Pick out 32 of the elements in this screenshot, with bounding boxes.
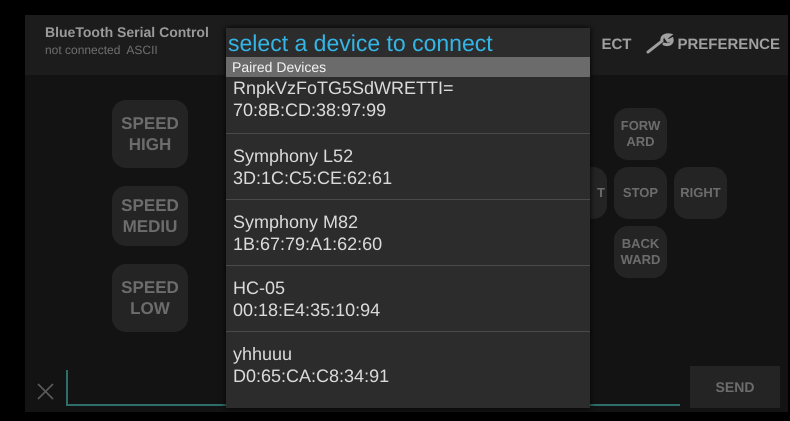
device-address: 3D:1C:C5:CE:62:61: [233, 166, 394, 188]
wrench-icon: [645, 33, 676, 55]
clear-icon[interactable]: [37, 383, 54, 400]
device-name: yhhuuu: [233, 343, 294, 365]
direction-button[interactable]: BACK WARD: [614, 226, 667, 278]
app-title: BlueTooth Serial Control: [45, 24, 209, 40]
device-item[interactable]: yhhuuu D0:65:CA:C8:34:91: [226, 332, 590, 398]
direction-button[interactable]: RIGHT: [674, 167, 727, 219]
speed-button[interactable]: SPEED LOW: [112, 264, 188, 332]
device-address: 1B:67:79:A1:62:60: [233, 232, 384, 254]
preference-button[interactable]: PREFERENCE: [645, 33, 780, 55]
device-item[interactable]: HC-05 00:18:E4:35:10:94: [226, 266, 590, 332]
device-address: 00:18:E4:35:10:94: [233, 298, 382, 320]
dialog-title: select a device to connect: [227, 29, 494, 57]
speed-button[interactable]: SPEED HIGH: [112, 100, 188, 168]
device-item[interactable]: Symphony L52 3D:1C:C5:CE:62:61: [226, 134, 590, 200]
device-item[interactable]: RnpkVzFoTG5SdWRETTI= 70:8B:CD:38:97:99: [226, 77, 590, 134]
send-button[interactable]: SEND: [690, 366, 780, 408]
device-name: Symphony M82: [233, 210, 360, 232]
device-name: RnpkVzFoTG5SdWRETTI=: [233, 77, 455, 99]
connect-button[interactable]: ECT: [601, 36, 632, 52]
direction-button[interactable]: FORW ARD: [614, 108, 667, 160]
direction-button[interactable]: STOP: [614, 167, 667, 219]
device-name: HC-05: [233, 276, 286, 298]
device-name: Symphony L52: [233, 144, 354, 166]
speed-button[interactable]: SPEED MEDIU: [112, 186, 188, 246]
device-item[interactable]: Symphony M82 1B:67:79:A1:62:60: [226, 200, 590, 266]
device-address: D0:65:CA:C8:34:91: [233, 365, 390, 387]
direction-button[interactable]: T: [590, 167, 607, 219]
section-header: Paired Devices: [226, 57, 590, 77]
device-address: 70:8B:CD:38:97:99: [233, 99, 388, 121]
connection-status: not connected ASCII: [45, 42, 159, 56]
